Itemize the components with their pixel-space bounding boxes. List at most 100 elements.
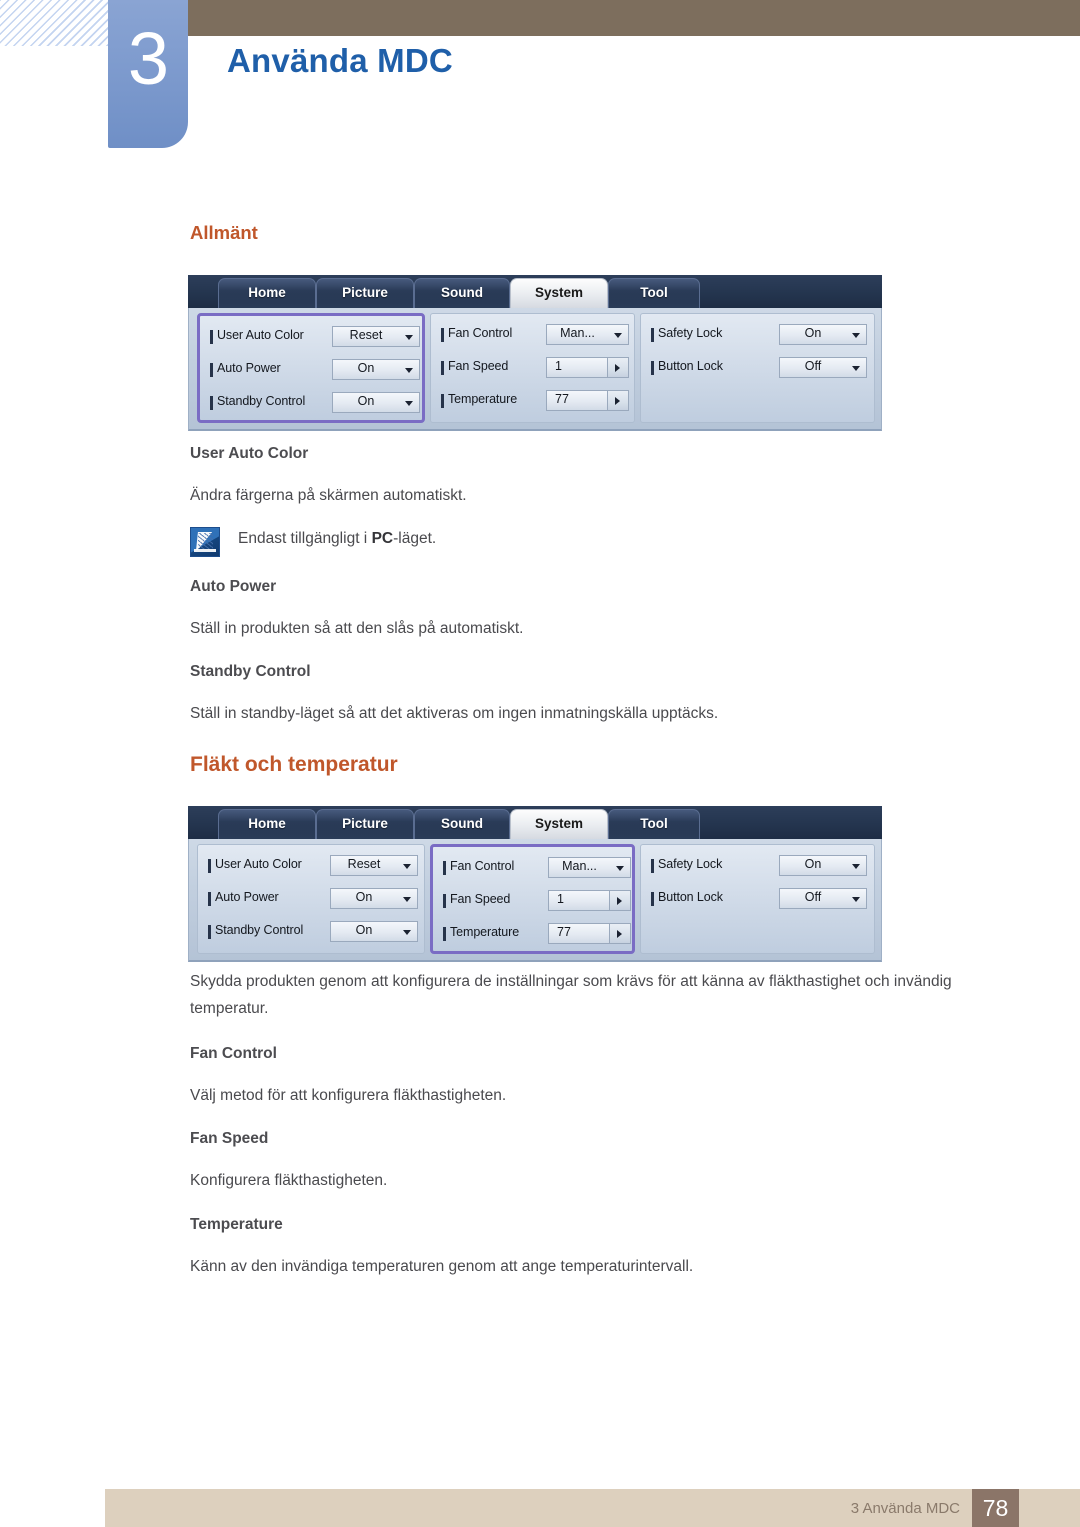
footer-label: 3 Använda MDC: [850, 1500, 960, 1517]
mdc-dropdown-auto-power[interactable]: On: [332, 359, 420, 380]
tab-home[interactable]: Home: [218, 809, 316, 839]
mdc-row-safety-lock: Safety Lock On: [651, 324, 867, 347]
chevron-down-icon: [852, 897, 860, 902]
mdc-dropdown-fan-control[interactable]: Man...: [546, 324, 629, 345]
chevron-down-icon: [614, 333, 622, 338]
mdc-row-safety-lock: Safety Lock On: [651, 855, 867, 878]
body-flakt-intro: Skydda produkten genom att konfigurera d…: [190, 973, 952, 1017]
mdc-value-safety-lock: On: [804, 857, 822, 871]
body-auto-power: Ställ in produkten så att den slås på au…: [190, 620, 524, 637]
mdc-row-fan-control: Fan Control Man...: [443, 857, 631, 880]
spinner-right-arrow-icon[interactable]: [607, 391, 628, 410]
row-marker-icon: [210, 396, 213, 410]
mdc-label-fan-control: Fan Control: [450, 859, 515, 873]
mdc-spinner-temperature[interactable]: 77: [548, 923, 631, 944]
mdc-value-temperature: 77: [557, 925, 571, 939]
mdc-row-button-lock: Button Lock Off: [651, 888, 867, 911]
mdc-group-general: User Auto Color Reset Auto Power On Stan…: [197, 313, 425, 423]
mdc-value-auto-power: On: [355, 890, 373, 904]
mdc-dropdown-user-auto-color[interactable]: Reset: [330, 855, 418, 876]
mdc-dropdown-user-auto-color[interactable]: Reset: [332, 326, 420, 347]
mdc-value-fan-speed: 1: [557, 892, 564, 906]
spinner-right-arrow-icon[interactable]: [607, 358, 628, 377]
mdc-value-standby-control: On: [357, 394, 375, 408]
mdc-label-fan-speed: Fan Speed: [448, 359, 509, 373]
note-callout: Endast tillgängligt i PC-läget.: [190, 527, 890, 559]
tab-sound[interactable]: Sound: [414, 278, 510, 308]
chevron-down-icon: [405, 368, 413, 373]
mdc-dropdown-standby-control[interactable]: On: [330, 921, 418, 942]
mdc-row-fan-speed: Fan Speed 1: [443, 890, 631, 913]
row-marker-icon: [651, 892, 654, 906]
spinner-right-arrow-icon[interactable]: [609, 924, 630, 943]
mdc-dropdown-fan-control[interactable]: Man...: [548, 857, 631, 878]
row-marker-icon: [441, 328, 444, 342]
tab-tool[interactable]: Tool: [608, 278, 700, 308]
mdc-spinner-fan-speed[interactable]: 1: [546, 357, 629, 378]
section-heading-allmant: Allmänt: [190, 222, 258, 243]
mdc-group-general: User Auto Color Reset Auto Power On Stan…: [197, 844, 425, 954]
tab-tool[interactable]: Tool: [608, 809, 700, 839]
mdc-panel-body: User Auto Color Reset Auto Power On Stan…: [188, 308, 882, 431]
subheading-fan-speed: Fan Speed: [190, 1130, 269, 1147]
mdc-label-auto-power: Auto Power: [215, 890, 279, 904]
row-marker-icon: [210, 330, 213, 344]
mdc-dropdown-safety-lock[interactable]: On: [779, 324, 867, 345]
subheading-user-auto-color: User Auto Color: [190, 445, 309, 462]
mdc-panel-body: User Auto Color Reset Auto Power On Stan…: [188, 839, 882, 962]
chevron-down-icon: [403, 930, 411, 935]
subheading-standby-control: Standby Control: [190, 663, 311, 680]
tab-picture[interactable]: Picture: [316, 809, 414, 839]
mdc-screenshot-fan: Home Picture Sound System Tool User Auto…: [188, 806, 882, 962]
mdc-label-safety-lock: Safety Lock: [658, 326, 723, 340]
note-text-prefix: Endast tillgängligt i: [238, 530, 372, 547]
mdc-row-temperature: Temperature 77: [441, 390, 629, 413]
body-standby-control: Ställ in standby-läget så att det aktive…: [190, 705, 719, 722]
mdc-label-fan-speed: Fan Speed: [450, 892, 511, 906]
mdc-value-temperature: 77: [555, 392, 569, 406]
tab-picture[interactable]: Picture: [316, 278, 414, 308]
chevron-down-icon: [405, 335, 413, 340]
mdc-row-fan-control: Fan Control Man...: [441, 324, 629, 347]
mdc-label-auto-power: Auto Power: [217, 361, 281, 375]
mdc-row-user-auto-color: User Auto Color Reset: [210, 326, 420, 349]
chevron-down-icon: [852, 864, 860, 869]
mdc-row-temperature: Temperature 77: [443, 923, 631, 946]
chevron-down-icon: [403, 864, 411, 869]
chapter-number: 3: [127, 17, 169, 100]
mdc-label-temperature: Temperature: [448, 392, 518, 406]
subheading-fan-control: Fan Control: [190, 1045, 277, 1062]
mdc-spinner-temperature[interactable]: 77: [546, 390, 629, 411]
mdc-label-button-lock: Button Lock: [658, 890, 723, 904]
mdc-label-temperature: Temperature: [450, 925, 520, 939]
mdc-tab-bar: Home Picture Sound System Tool: [188, 806, 882, 839]
mdc-value-auto-power: On: [357, 361, 375, 375]
tab-system[interactable]: System: [510, 809, 608, 839]
row-marker-icon: [441, 394, 444, 408]
mdc-row-auto-power: Auto Power On: [210, 359, 420, 382]
tab-home[interactable]: Home: [218, 278, 316, 308]
mdc-dropdown-safety-lock[interactable]: On: [779, 855, 867, 876]
spinner-right-arrow-icon[interactable]: [609, 891, 630, 910]
note-text-bold: PC: [371, 530, 394, 547]
mdc-label-standby-control: Standby Control: [215, 923, 304, 937]
mdc-dropdown-button-lock[interactable]: Off: [779, 357, 867, 378]
row-marker-icon: [208, 859, 211, 873]
row-marker-icon: [443, 894, 446, 908]
decorative-hatch-pattern: [0, 0, 108, 46]
header-brown-bar: [178, 0, 1080, 36]
mdc-spinner-fan-speed[interactable]: 1: [548, 890, 631, 911]
tab-system[interactable]: System: [510, 278, 608, 308]
note-text-suffix: -läget.: [393, 530, 437, 547]
row-marker-icon: [651, 361, 654, 375]
mdc-dropdown-button-lock[interactable]: Off: [779, 888, 867, 909]
mdc-screenshot-general: Home Picture Sound System Tool User Auto…: [188, 275, 882, 431]
page-title: Använda MDC: [227, 42, 453, 79]
mdc-dropdown-auto-power[interactable]: On: [330, 888, 418, 909]
mdc-dropdown-standby-control[interactable]: On: [332, 392, 420, 413]
body-fan-control: Välj metod för att konfigurera fläkthast…: [190, 1087, 507, 1104]
mdc-value-user-auto-color: Reset: [349, 328, 383, 342]
tab-sound[interactable]: Sound: [414, 809, 510, 839]
mdc-value-fan-speed: 1: [555, 359, 562, 373]
section-heading-flakt: Fläkt och temperatur: [190, 753, 398, 776]
